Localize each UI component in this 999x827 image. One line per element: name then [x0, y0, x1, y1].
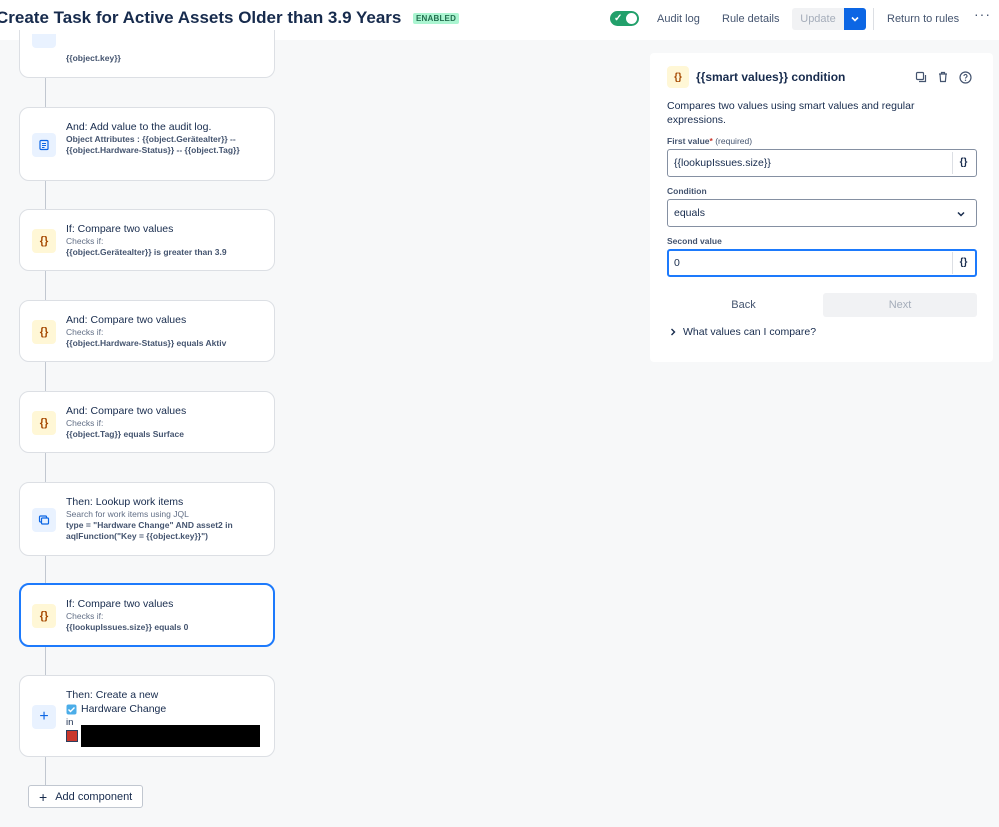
status-badge: ENABLED — [413, 13, 460, 24]
component-detail: {{object.Hardware-Status}} equals Aktiv — [66, 338, 227, 348]
first-value-input[interactable]: {{lookupIssues.size}} {} — [667, 149, 977, 177]
component-title: If: Compare two values — [66, 223, 174, 235]
rule-details-button[interactable]: Rule details — [722, 8, 779, 30]
rule-component-card-selected[interactable]: {} If: Compare two values Checks if: {{l… — [19, 583, 275, 647]
rule-enabled-toggle[interactable]: ✓ — [610, 11, 639, 26]
smart-values-icon: {} — [32, 229, 56, 253]
smart-value-picker-button[interactable]: {} — [952, 252, 974, 274]
update-button[interactable]: Update — [792, 8, 844, 30]
work-type-row: Hardware Change — [66, 702, 262, 716]
chevron-right-icon — [671, 328, 676, 336]
component-detail: {{object.Gerätealter}} is greater than 3… — [66, 247, 227, 257]
rule-component-card[interactable]: {} And: Compare two values Checks if: {{… — [19, 300, 275, 362]
component-title: And: Add value to the audit log. — [66, 121, 212, 133]
lookup-icon — [32, 508, 56, 532]
next-button[interactable]: Next — [823, 293, 977, 317]
component-config-panel: {} {{smart values}} condition Compares t… — [650, 53, 993, 362]
rule-component-card[interactable]: {} And: Compare two values Checks if: {{… — [19, 391, 275, 453]
rule-component-card[interactable]: And: Add value to the audit log. Object … — [19, 107, 275, 181]
what-values-expander[interactable]: What values can I compare? — [669, 326, 816, 338]
chevron-down-icon — [851, 16, 859, 22]
component-subtitle: Checks if: — [66, 418, 104, 428]
panel-description: Compares two values using smart values a… — [667, 100, 915, 126]
component-detail: {{lookupIssues.size}} equals 0 — [66, 622, 189, 632]
smart-values-icon: {} — [32, 604, 56, 628]
audit-log-button[interactable]: Audit log — [657, 8, 700, 30]
plus-icon: + — [39, 788, 48, 805]
component-detail: {{object.Tag}} equals Surface — [66, 429, 184, 439]
component-subtitle: Checks if: — [66, 611, 104, 621]
panel-title: {{smart values}} condition — [696, 70, 846, 84]
redacted-project-name — [81, 725, 260, 747]
rule-component-card[interactable]: {{object.key}} — [19, 30, 275, 78]
more-options-icon[interactable]: ··· — [974, 6, 991, 22]
project-avatar-icon — [66, 730, 78, 742]
toggle-knob — [626, 13, 637, 24]
add-component-button[interactable]: + Add component — [28, 785, 143, 808]
smart-values-icon: {} — [32, 411, 56, 435]
component-detail: type = "Hardware Change" AND asset2 in a… — [66, 520, 233, 541]
plus-icon: + — [32, 705, 56, 729]
second-value-input[interactable]: 0 {} — [667, 249, 977, 277]
work-type-name: Hardware Change — [81, 703, 167, 715]
delete-icon[interactable] — [936, 70, 950, 84]
back-button[interactable]: Back — [667, 293, 820, 317]
component-title: If: Compare two values — [66, 598, 174, 610]
component-subtitle: Search for work items using JQL — [66, 509, 189, 519]
help-icon[interactable] — [958, 70, 972, 84]
condition-label: Condition — [667, 186, 707, 196]
component-title: Then: Create a new — [66, 689, 159, 701]
rule-component-card[interactable]: {} If: Compare two values Checks if: {{o… — [19, 209, 275, 271]
update-dropdown-button[interactable] — [844, 8, 866, 30]
component-title: Then: Lookup work items — [66, 496, 184, 508]
smart-value-picker-button[interactable]: {} — [952, 152, 974, 174]
check-icon: ✓ — [614, 13, 623, 24]
header-divider — [873, 8, 874, 30]
page-title: Create Task for Active Assets Older than… — [0, 8, 402, 27]
component-detail: {{object.key}} — [66, 53, 121, 63]
duplicate-icon[interactable] — [914, 70, 928, 84]
add-component-label: Add component — [55, 790, 133, 803]
first-value-label: First value* (required) — [667, 136, 753, 146]
chevron-down-icon — [957, 211, 965, 217]
action-icon — [32, 34, 56, 48]
task-checkbox-icon — [66, 704, 77, 714]
smart-values-icon: {} — [32, 320, 56, 344]
smart-values-icon: {} — [667, 66, 689, 88]
audit-log-icon — [32, 133, 56, 157]
return-to-rules-button[interactable]: Return to rules — [887, 8, 959, 30]
second-value-label: Second value — [667, 236, 722, 246]
component-detail: Object Attributes : {{object.Gerätealter… — [66, 134, 240, 155]
component-title: And: Compare two values — [66, 314, 187, 326]
condition-select[interactable]: equals — [667, 199, 977, 227]
component-title: And: Compare two values — [66, 405, 187, 417]
component-subtitle: Checks if: — [66, 327, 104, 337]
component-subtitle: Checks if: — [66, 236, 104, 246]
rule-component-card[interactable]: Then: Lookup work items Search for work … — [19, 482, 275, 556]
